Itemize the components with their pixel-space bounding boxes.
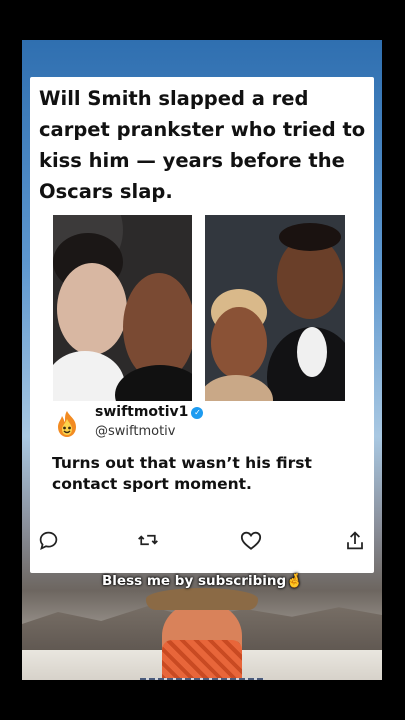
tweet-author[interactable]: swiftmotiv1 ✓ @swiftmotiv (50, 404, 360, 441)
face-shape (211, 307, 267, 379)
subscribe-caption: Bless me by subscribing🤞 (102, 573, 303, 589)
verified-badge-icon: ✓ (191, 407, 204, 419)
collar-shape (297, 327, 327, 377)
reply-button[interactable] (37, 529, 59, 551)
like-icon (240, 531, 262, 550)
post-headline: Will Smith slapped a red carpet prankste… (39, 87, 366, 203)
display-name[interactable]: swiftmotiv1 ✓ (95, 404, 204, 420)
presenter (140, 588, 264, 680)
tweet-text: Turns out that wasn’t his first contact … (52, 454, 312, 493)
share-button[interactable] (344, 529, 366, 551)
photo-left[interactable] (53, 215, 192, 401)
suit-shape (115, 365, 192, 401)
presenter-hat (146, 588, 258, 610)
username[interactable]: @swiftmotiv (95, 424, 175, 439)
presenter-shirt (140, 678, 264, 680)
avatar[interactable] (50, 407, 84, 441)
dress-shape (205, 375, 273, 401)
share-icon (347, 530, 363, 549)
retweet-icon (138, 534, 158, 546)
presenter-bandana (162, 640, 242, 680)
reply-icon (39, 531, 57, 550)
display-name-text: swiftmotiv1 (95, 404, 189, 420)
retweet-button[interactable] (137, 529, 159, 551)
photo-right[interactable] (205, 215, 345, 401)
hair-shape (279, 223, 341, 251)
like-button[interactable] (240, 529, 262, 551)
tweet-actions (30, 529, 374, 551)
fire-emoji-icon (58, 411, 76, 437)
face-shape (57, 263, 127, 355)
post-card: Will Smith slapped a red carpet prankste… (30, 77, 374, 573)
